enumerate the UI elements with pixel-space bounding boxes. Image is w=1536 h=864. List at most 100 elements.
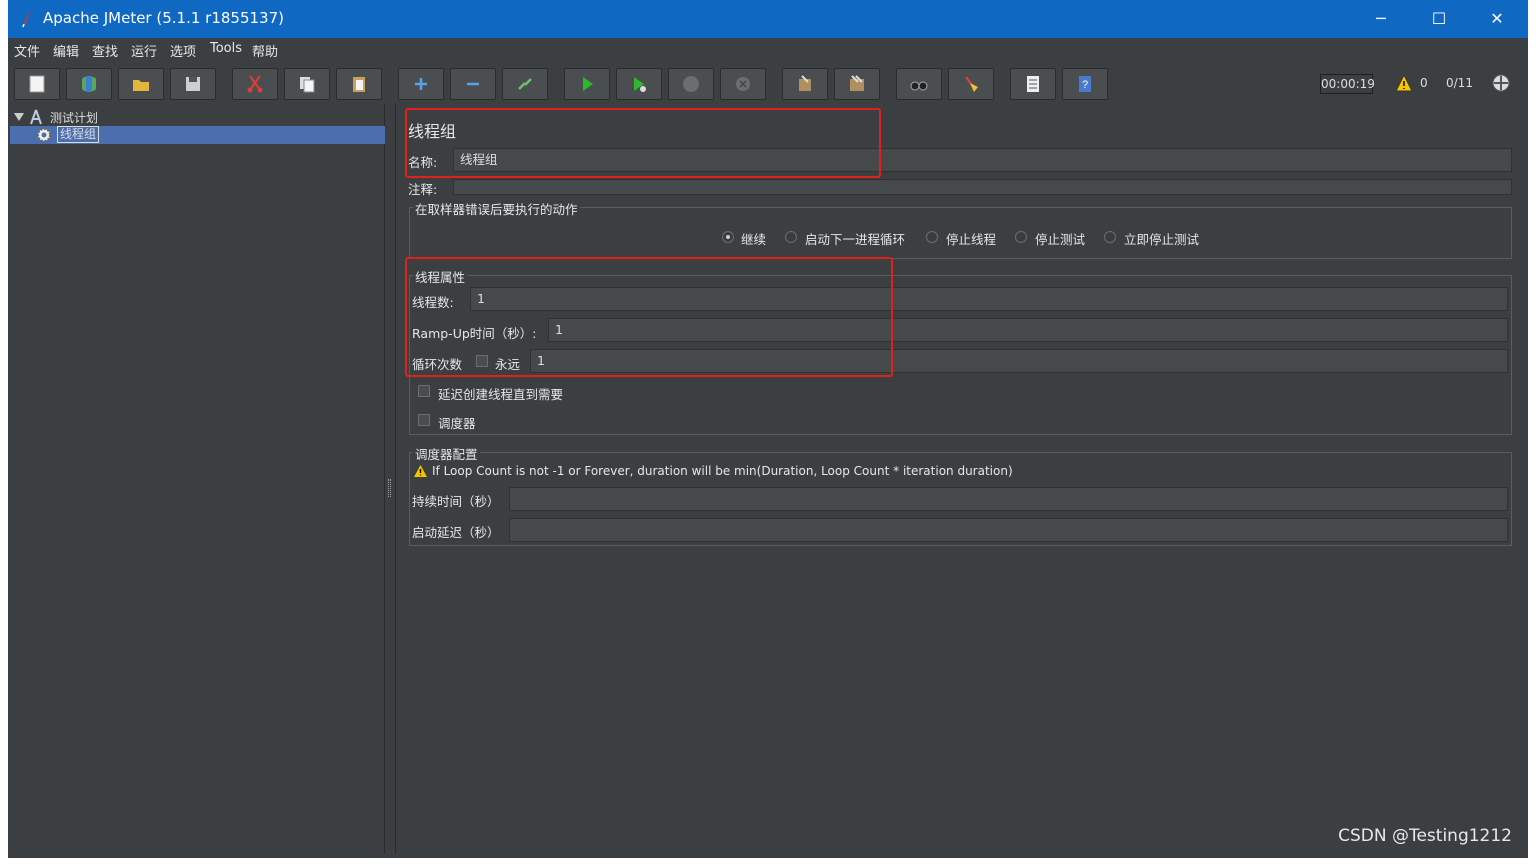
highlight-box-name <box>405 108 881 178</box>
play-icon <box>583 77 593 91</box>
templates-button[interactable] <box>66 68 112 100</box>
warning-icon <box>414 465 427 477</box>
collapse-arrow-icon[interactable] <box>14 112 24 122</box>
radio-stop-thread[interactable] <box>926 231 938 243</box>
toggle-button[interactable] <box>502 68 548 100</box>
toggle-icon <box>518 78 532 90</box>
search-button[interactable] <box>896 68 942 100</box>
start-button[interactable] <box>564 68 610 100</box>
window-title: Apache JMeter (5.1.1 r1855137) <box>43 9 284 27</box>
save-icon <box>186 77 200 91</box>
menu-search[interactable]: 查找 <box>92 41 118 60</box>
shutdown-button[interactable] <box>720 68 766 100</box>
help-button[interactable]: ? <box>1062 68 1108 100</box>
highlight-box-thread-properties <box>405 257 893 377</box>
tree-node-thread-group[interactable]: 线程组 <box>10 126 385 144</box>
cut-button[interactable] <box>232 68 278 100</box>
paste-icon <box>353 77 365 92</box>
jmeter-feather-icon <box>22 9 30 28</box>
function-helper-button[interactable] <box>1010 68 1056 100</box>
menu-help[interactable]: 帮助 <box>252 41 278 60</box>
clear-icon <box>799 75 811 91</box>
splitter-grip-icon[interactable] <box>388 479 391 497</box>
scheduler-warning-text: If Loop Count is not -1 or Forever, dura… <box>432 464 1013 478</box>
comment-label: 注释: <box>408 182 438 197</box>
clear-all-icon <box>850 75 864 91</box>
shutdown-icon <box>736 77 750 91</box>
open-button[interactable] <box>118 68 164 100</box>
new-document-icon <box>29 75 45 93</box>
maximize-button[interactable]: ☐ <box>1410 0 1468 38</box>
radio-continue[interactable] <box>722 231 734 243</box>
svg-text:?: ? <box>1082 79 1088 91</box>
minimize-button[interactable]: ─ <box>1352 0 1410 38</box>
copy-button[interactable] <box>284 68 330 100</box>
split-divider[interactable] <box>386 104 394 854</box>
new-button[interactable] <box>14 68 60 100</box>
radio-stop-test-now[interactable] <box>1104 231 1116 243</box>
jmeter-window: Apache JMeter (5.1.1 r1855137) ─ ☐ ✕ 文件 … <box>8 0 1528 858</box>
clear-all-button[interactable] <box>834 68 880 100</box>
radio-stop-thread-label[interactable]: 停止线程 <box>946 229 996 248</box>
menu-edit[interactable]: 编辑 <box>53 41 79 60</box>
help-icon: ? <box>1079 76 1091 92</box>
menu-run[interactable]: 运行 <box>131 41 157 60</box>
warning-count: 0 <box>1420 76 1428 90</box>
paste-button[interactable] <box>336 68 382 100</box>
radio-stop-test[interactable] <box>1015 231 1027 243</box>
remote-status-icon[interactable] <box>1491 73 1511 93</box>
comment-field[interactable] <box>453 179 1512 195</box>
close-button[interactable]: ✕ <box>1468 0 1526 38</box>
play-no-timers-icon <box>634 77 646 92</box>
watermark: CSDN @Testing1212 <box>1338 826 1512 846</box>
radio-next-loop[interactable] <box>785 231 797 243</box>
reset-search-button[interactable] <box>948 68 994 100</box>
tree-label-thread-group: 线程组 <box>57 126 100 143</box>
menu-bar: 文件 编辑 查找 运行 选项 Tools 帮助 <box>8 38 1528 62</box>
startup-delay-label: 启动延迟（秒） <box>412 525 500 540</box>
save-button[interactable] <box>170 68 216 100</box>
stop-icon <box>683 76 699 92</box>
gear-icon <box>37 128 51 142</box>
scheduler-label[interactable]: 调度器 <box>438 413 476 432</box>
duration-field[interactable] <box>509 487 1508 511</box>
menu-options[interactable]: 选项 <box>170 41 196 60</box>
collapse-all-button[interactable] <box>450 68 496 100</box>
scheduler-config-title: 调度器配置 <box>413 444 480 463</box>
stop-button[interactable] <box>668 68 714 100</box>
test-tree: 测试计划 线程组 <box>10 104 385 854</box>
expand-all-button[interactable] <box>398 68 444 100</box>
duration-label: 持续时间（秒） <box>412 494 500 509</box>
scissors-icon <box>247 75 263 93</box>
tree-node-test-plan[interactable]: 测试计划 <box>10 108 385 126</box>
menu-file[interactable]: 文件 <box>14 41 40 60</box>
tree-label-test-plan: 测试计划 <box>50 111 99 125</box>
radio-next-loop-label[interactable]: 启动下一进程循环 <box>805 229 905 248</box>
radio-stop-test-label[interactable]: 停止测试 <box>1035 229 1085 248</box>
open-folder-icon <box>133 80 149 91</box>
scheduler-checkbox[interactable] <box>418 414 430 426</box>
thread-group-panel: 线程组 名称: 线程组 注释: 在取样器错误后要执行的动作 继续 启动下一进程循… <box>395 104 1528 854</box>
plus-icon <box>415 78 427 90</box>
list-icon <box>1027 76 1039 92</box>
clear-button[interactable] <box>782 68 828 100</box>
warning-icon[interactable] <box>1395 74 1413 92</box>
toolbar: ? 00:00:19 0 0/11 <box>8 62 1528 104</box>
elapsed-timer: 00:00:19 <box>1320 74 1375 94</box>
templates-icon <box>82 76 96 92</box>
delay-thread-creation-label[interactable]: 延迟创建线程直到需要 <box>438 384 563 403</box>
minus-icon <box>467 82 479 86</box>
radio-continue-label[interactable]: 继续 <box>741 229 766 248</box>
radio-stop-test-now-label[interactable]: 立即停止测试 <box>1124 229 1199 248</box>
broom-icon <box>965 76 978 92</box>
test-plan-icon <box>30 109 42 125</box>
menu-tools[interactable]: Tools <box>210 41 242 56</box>
copy-icon <box>300 77 315 93</box>
active-threads: 0/11 <box>1446 76 1473 90</box>
binoculars-icon <box>910 81 928 91</box>
start-no-pause-button[interactable] <box>616 68 662 100</box>
title-bar: Apache JMeter (5.1.1 r1855137) ─ ☐ ✕ <box>8 0 1528 38</box>
startup-delay-field[interactable] <box>509 518 1508 542</box>
delay-thread-creation-checkbox[interactable] <box>418 385 430 397</box>
sampler-error-title: 在取样器错误后要执行的动作 <box>413 199 580 218</box>
